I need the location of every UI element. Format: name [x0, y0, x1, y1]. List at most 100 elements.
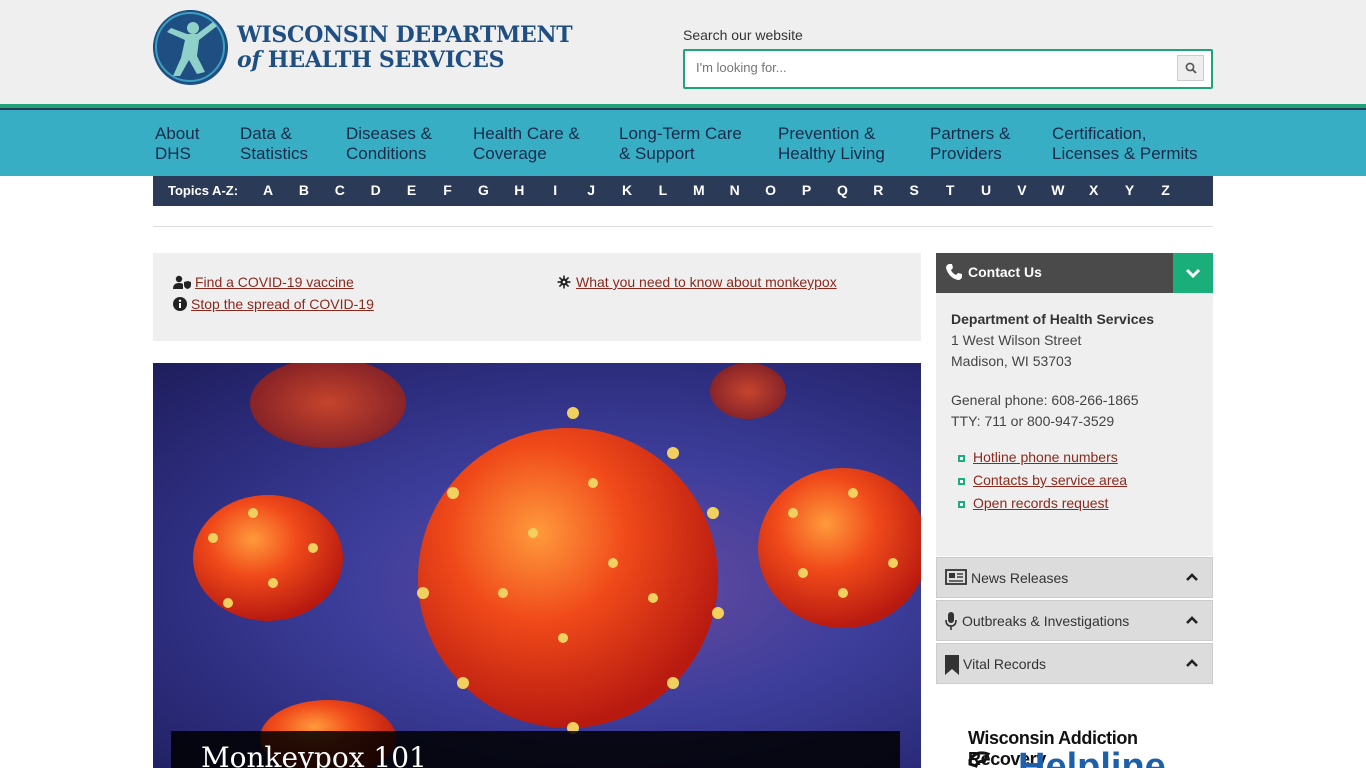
- search-box: [683, 49, 1213, 89]
- az-letter-g[interactable]: G: [473, 182, 493, 198]
- nav-label-line1: Diseases &: [346, 124, 432, 143]
- az-letter-i[interactable]: I: [545, 182, 565, 198]
- user-shield-icon: [173, 275, 191, 289]
- monkeypox-virus-image: [193, 363, 921, 768]
- accordion-news-releases[interactable]: News Releases: [936, 557, 1213, 598]
- hero-caption: Monkeypox 101: [171, 731, 900, 768]
- contact-city: Madison, WI 53703: [951, 353, 1072, 369]
- covid-vaccine-link[interactable]: Find a COVID-19 vaccine: [195, 274, 354, 290]
- nav-label-line1: Data &: [240, 124, 292, 143]
- logo-of: of: [237, 46, 261, 73]
- topics-az-bar: Topics A-Z: ABCDEFGHIJKLMNOPQRSTUVWXYZ: [153, 176, 1213, 206]
- az-letter-x[interactable]: X: [1084, 182, 1104, 198]
- az-letter-j[interactable]: J: [581, 182, 601, 198]
- az-letter-n[interactable]: N: [725, 182, 745, 198]
- contacts-by-area-link[interactable]: Contacts by service area: [973, 472, 1127, 488]
- az-letter-w[interactable]: W: [1048, 182, 1068, 198]
- addiction-helpline-ad[interactable]: Wisconsin Addiction Recovery Helpline: [936, 720, 1213, 768]
- az-letter-b[interactable]: B: [294, 182, 314, 198]
- az-letter-a[interactable]: A: [258, 182, 278, 198]
- search-button[interactable]: [1177, 55, 1204, 81]
- phone-handset-icon: [968, 751, 991, 768]
- logo-line2: of HEALTH SERVICES: [237, 46, 572, 73]
- az-letter-o[interactable]: O: [761, 182, 781, 198]
- contact-phone: General phone: 608-266-1865: [951, 392, 1139, 408]
- dhs-seal-icon: [153, 10, 228, 85]
- accordion-news-label: News Releases: [971, 570, 1069, 586]
- nav-label-line2: & Support: [619, 144, 695, 163]
- nav-item-certification-licenses[interactable]: Certification, Licenses & Permits: [1052, 124, 1198, 164]
- contact-street: 1 West Wilson Street: [951, 332, 1082, 348]
- bullet-icon: [958, 478, 965, 485]
- az-letter-q[interactable]: Q: [832, 182, 852, 198]
- search-label: Search our website: [683, 27, 803, 43]
- covid-spread-link[interactable]: Stop the spread of COVID-19: [191, 296, 374, 312]
- nav-label-line1: Prevention &: [778, 124, 876, 143]
- nav-item-data-statistics[interactable]: Data & Statistics: [240, 124, 308, 164]
- accordion-vital-label: Vital Records: [963, 656, 1047, 672]
- az-letter-s[interactable]: S: [904, 182, 924, 198]
- nav-label-line1: Long-Term Care: [619, 124, 742, 143]
- monkeypox-link[interactable]: What you need to know about monkeypox: [576, 274, 837, 290]
- chevron-up-icon: [1186, 616, 1198, 624]
- nav-label-line2: Conditions: [346, 144, 427, 163]
- nav-item-health-care-coverage[interactable]: Health Care & Coverage: [473, 124, 580, 164]
- nav-label-line1: Certification,: [1052, 124, 1147, 143]
- nav-label-line1: Health Care &: [473, 124, 580, 143]
- az-letter-l[interactable]: L: [653, 182, 673, 198]
- dhs-wordmark: WISCONSIN DEPARTMENT of HEALTH SERVICES: [237, 22, 573, 73]
- az-letter-h[interactable]: H: [509, 182, 529, 198]
- contact-org: Department of Health Services: [951, 311, 1155, 327]
- accordion-vital-records[interactable]: Vital Records: [936, 643, 1213, 684]
- open-records-link[interactable]: Open records request: [973, 495, 1108, 511]
- nav-label-line2: Coverage: [473, 144, 547, 163]
- chevron-up-icon: [1186, 659, 1198, 667]
- az-letter-v[interactable]: V: [1012, 182, 1032, 198]
- contact-us-header[interactable]: Contact Us: [936, 253, 1213, 293]
- search-input[interactable]: [696, 60, 1166, 75]
- az-letter-d[interactable]: D: [366, 182, 386, 198]
- bullet-icon: [958, 501, 965, 508]
- accordion-outbreaks-label: Outbreaks & Investigations: [962, 613, 1130, 629]
- contact-us-title: Contact Us: [968, 264, 1042, 280]
- az-letter-u[interactable]: U: [976, 182, 996, 198]
- chevron-down-icon: [1185, 268, 1201, 279]
- nav-label-line1: About: [155, 124, 200, 143]
- topics-az-label: Topics A-Z:: [168, 183, 239, 198]
- az-letter-t[interactable]: T: [940, 182, 960, 198]
- site-header: WISCONSIN DEPARTMENT of HEALTH SERVICES …: [0, 0, 1366, 104]
- dhs-logo[interactable]: WISCONSIN DEPARTMENT of HEALTH SERVICES: [153, 10, 573, 85]
- az-letter-y[interactable]: Y: [1120, 182, 1140, 198]
- newspaper-icon: [945, 569, 967, 585]
- alerts-box: Find a COVID-19 vaccine Stop the spread …: [153, 253, 921, 341]
- contact-tty: TTY: 711 or 800-947-3529: [951, 413, 1115, 429]
- bullet-icon: [958, 455, 965, 462]
- az-letter-r[interactable]: R: [868, 182, 888, 198]
- nav-label-line2: DHS: [155, 144, 191, 163]
- contact-toggle-button[interactable]: [1173, 253, 1213, 293]
- nav-item-diseases-conditions[interactable]: Diseases & Conditions: [346, 124, 432, 164]
- az-letter-m[interactable]: M: [689, 182, 709, 198]
- contact-us-panel: Department of Health Services 1 West Wil…: [936, 293, 1213, 556]
- hotline-numbers-link[interactable]: Hotline phone numbers: [973, 449, 1118, 465]
- nav-label-line2: Providers: [930, 144, 1002, 163]
- hero-banner[interactable]: Monkeypox 101: [153, 363, 921, 768]
- chevron-up-icon: [1186, 573, 1198, 581]
- hero-title: Monkeypox 101: [201, 741, 427, 768]
- accordion-outbreaks[interactable]: Outbreaks & Investigations: [936, 600, 1213, 641]
- az-letter-e[interactable]: E: [402, 182, 422, 198]
- az-letter-f[interactable]: F: [438, 182, 458, 198]
- logo-health-services: HEALTH SERVICES: [267, 46, 505, 73]
- ad-helpline: Helpline: [1018, 746, 1166, 768]
- az-letter-c[interactable]: C: [330, 182, 350, 198]
- main-nav: About DHS Data & Statistics Diseases & Cond…: [0, 110, 1366, 176]
- nav-label-line2: Licenses & Permits: [1052, 144, 1198, 163]
- az-letter-p[interactable]: P: [797, 182, 817, 198]
- nav-item-partners-providers[interactable]: Partners & Providers: [930, 124, 1010, 164]
- nav-item-about-dhs[interactable]: About DHS: [155, 124, 199, 164]
- info-circle-icon: [173, 297, 187, 311]
- nav-item-prevention-healthy-living[interactable]: Prevention & Healthy Living: [778, 124, 885, 164]
- az-letter-z[interactable]: Z: [1156, 182, 1176, 198]
- az-letter-k[interactable]: K: [617, 182, 637, 198]
- nav-item-long-term-care[interactable]: Long-Term Care & Support: [619, 124, 742, 164]
